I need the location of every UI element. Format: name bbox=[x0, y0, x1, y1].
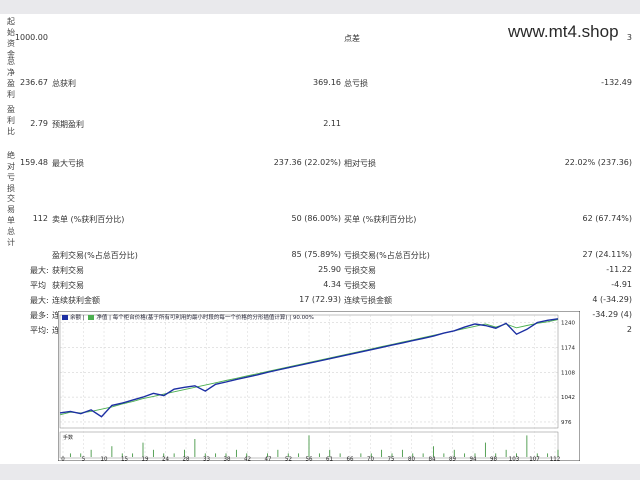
stat-value: 237.36 (22.02%) bbox=[273, 158, 341, 167]
x-tick-label: 5 bbox=[82, 457, 86, 462]
legend-equity-swatch bbox=[88, 315, 95, 320]
stat-value: 3 bbox=[626, 33, 632, 42]
stat-label: 盈利交易(%占总百分比) bbox=[52, 251, 138, 260]
stat-prefix: 最大: bbox=[30, 296, 49, 305]
y-tick-label: 1240 bbox=[561, 321, 575, 327]
x-tick-label: 47 bbox=[265, 457, 272, 462]
x-tick-label: 33 bbox=[203, 457, 210, 462]
stat-value: 85 (75.89%) bbox=[291, 250, 341, 259]
side-label: 绝对亏损 bbox=[7, 151, 15, 193]
stat-label: 总亏损 bbox=[344, 79, 368, 88]
stat-value: 112 bbox=[32, 214, 48, 223]
x-tick-label: 56 bbox=[306, 457, 313, 462]
stat-value: -132.49 bbox=[601, 78, 632, 87]
x-tick-label: 75 bbox=[388, 457, 395, 462]
chart-legend: 余额 | 净值 | 每个柜台价格(基于所有可利用的最小时段的每一个价格的分形插值… bbox=[60, 313, 314, 321]
stat-label: 卖单 (%获利百分比) bbox=[52, 215, 125, 224]
x-tick-label: 19 bbox=[142, 457, 149, 462]
stat-label: 亏损交易 bbox=[344, 266, 376, 275]
balance-chart: 手数 1240 1174 1108 1042 976 0 5 10 15 19 24 28 33 38 42… bbox=[58, 311, 580, 461]
x-tick-label: 61 bbox=[326, 457, 333, 462]
legend-model: 每个柜台价格(基于所有可利用的最小时段的每一个价格的分形插值计算) bbox=[112, 315, 288, 321]
y-tick-label: 1174 bbox=[561, 345, 575, 351]
legend-balance: 余额 bbox=[70, 315, 82, 321]
stat-prefix: 最多: bbox=[30, 311, 49, 320]
x-tick-label: 89 bbox=[449, 457, 456, 462]
y-tick-label: 976 bbox=[561, 420, 572, 426]
stat-value: 4 (-34.29) bbox=[592, 295, 632, 304]
stat-value: 17 (72.93) bbox=[299, 295, 341, 304]
x-tick-label: 24 bbox=[162, 457, 169, 462]
stat-value: 50 (86.00%) bbox=[291, 214, 341, 223]
stat-value: 22.02% (237.36) bbox=[564, 158, 632, 167]
x-tick-label: 66 bbox=[347, 457, 354, 462]
stat-value: -4.91 bbox=[611, 280, 632, 289]
x-tick-label: 52 bbox=[285, 457, 292, 462]
x-tick-label: 84 bbox=[429, 457, 436, 462]
x-tick-label: 0 bbox=[61, 457, 65, 462]
stat-label: 总获利 bbox=[52, 79, 76, 88]
legend-balance-swatch bbox=[62, 315, 68, 320]
x-tick-label: 28 bbox=[183, 457, 190, 462]
x-tick-label: 98 bbox=[490, 457, 497, 462]
y-tick-label: 1108 bbox=[561, 370, 575, 376]
x-tick-label: 38 bbox=[224, 457, 231, 462]
stat-label: 相对亏损 bbox=[344, 159, 376, 168]
x-tick-label: 80 bbox=[408, 457, 415, 462]
x-tick-label: 112 bbox=[550, 457, 561, 462]
x-tick-label: 107 bbox=[529, 457, 540, 462]
stat-value: -11.22 bbox=[606, 265, 632, 274]
stat-value: 369.16 bbox=[313, 78, 341, 87]
x-tick-label: 15 bbox=[121, 457, 128, 462]
stat-value: 236.67 bbox=[20, 78, 48, 87]
volume-label: 手数 bbox=[63, 434, 73, 441]
stat-prefix: 最大: bbox=[30, 266, 49, 275]
stat-label: 亏损交易 bbox=[344, 281, 376, 290]
stat-label: 获利交易 bbox=[52, 266, 84, 275]
legend-quality: 90.00% bbox=[292, 315, 314, 321]
x-tick-label: 42 bbox=[244, 457, 251, 462]
stat-label: 买单 (%获利百分比) bbox=[344, 215, 417, 224]
stat-value: 27 (24.11%) bbox=[582, 250, 632, 259]
stat-value: 62 (67.74%) bbox=[582, 214, 632, 223]
x-tick-label: 103 bbox=[509, 457, 520, 462]
stat-label: 点差 bbox=[344, 34, 360, 43]
stat-prefix: 平均 bbox=[30, 281, 46, 290]
x-tick-label: 94 bbox=[470, 457, 477, 462]
legend-equity: 净值 bbox=[96, 315, 108, 321]
stat-value: 2.11 bbox=[323, 119, 341, 128]
stat-value: 25.90 bbox=[318, 265, 341, 274]
stat-label: 连续获利金额 bbox=[52, 296, 100, 305]
stat-label: 获利交易 bbox=[52, 281, 84, 290]
x-tick-label: 70 bbox=[367, 457, 374, 462]
stat-prefix: 平均: bbox=[30, 326, 49, 335]
stat-label: 亏损交易(%占总百分比) bbox=[344, 251, 430, 260]
stat-value: 4.34 bbox=[323, 280, 341, 289]
stat-label: 连续亏损金额 bbox=[344, 296, 392, 305]
stat-label: 预期盈利 bbox=[52, 120, 84, 129]
stat-value: 1000.00 bbox=[14, 33, 48, 42]
stat-value: 2.79 bbox=[30, 119, 48, 128]
stat-label: 最大亏损 bbox=[52, 159, 84, 168]
x-tick-label: 10 bbox=[101, 457, 108, 462]
y-tick-label: 1042 bbox=[561, 395, 575, 401]
stat-value: 159.48 bbox=[20, 158, 48, 167]
